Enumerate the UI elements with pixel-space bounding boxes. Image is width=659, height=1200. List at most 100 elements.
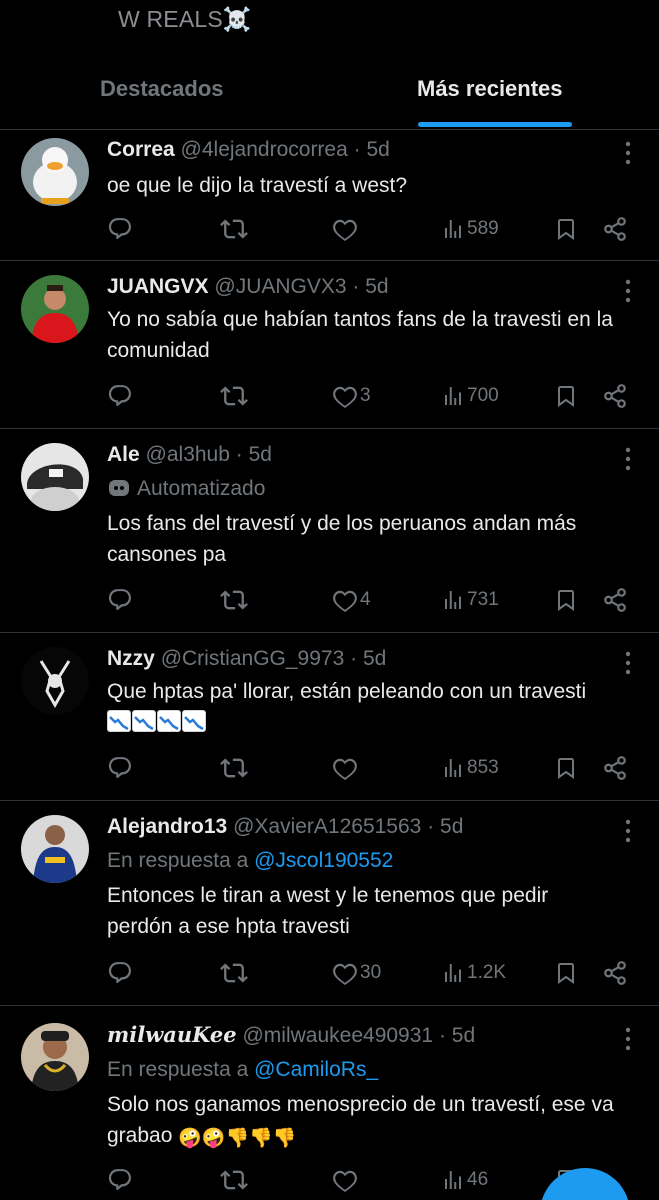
views-icon (441, 384, 465, 408)
bookmark-button[interactable] (554, 586, 578, 614)
like-button[interactable] (332, 754, 360, 782)
retweet-button[interactable] (220, 754, 248, 782)
views-button[interactable]: 1.2K (441, 959, 506, 987)
views-button[interactable]: 853 (441, 754, 499, 782)
view-count: 1.2K (467, 962, 507, 983)
chart-decreasing-icon (132, 710, 156, 732)
author-name[interactable]: milwauKee (107, 1022, 237, 1047)
author-handle[interactable]: @XavierA12651563 (233, 815, 421, 838)
view-count: 589 (467, 218, 499, 239)
reply-mention[interactable]: @CamiloRs_ (254, 1058, 378, 1081)
like-button[interactable] (332, 1166, 360, 1194)
share-button[interactable] (602, 586, 628, 614)
like-button[interactable]: 30 (332, 959, 381, 987)
avatar[interactable] (21, 275, 89, 343)
author-name[interactable]: Ale (107, 443, 140, 466)
reply-button[interactable] (107, 1166, 133, 1194)
retweet-icon (220, 586, 248, 614)
author-handle[interactable]: @JUANGVX3 (214, 275, 346, 298)
like-button[interactable]: 3 (332, 382, 371, 410)
more-options-icon[interactable] (623, 447, 633, 471)
retweet-icon (220, 959, 248, 987)
share-icon (602, 216, 628, 242)
author-handle[interactable]: @CristianGG_9973 (161, 647, 345, 670)
author-name[interactable]: Correa (107, 138, 175, 161)
reply-button[interactable] (107, 382, 133, 410)
bookmark-button[interactable] (554, 382, 578, 410)
views-button[interactable]: 700 (441, 382, 499, 410)
tab-destacados[interactable]: Destacados (100, 76, 224, 102)
more-options-icon[interactable] (623, 279, 633, 303)
more-options-icon[interactable] (623, 819, 633, 843)
tweet-text: Entonces le tiran a west y le tenemos qu… (107, 884, 549, 938)
heart-icon (332, 1167, 358, 1193)
reply-context: En respuesta a @CamiloRs_ (107, 1057, 615, 1083)
more-options-icon[interactable] (623, 651, 633, 675)
reply-button[interactable] (107, 754, 133, 782)
emoji-group: 🤪🤪👎👎👎 (178, 1128, 297, 1149)
author-handle[interactable]: @milwaukee490931 (242, 1024, 433, 1047)
reply-icon (107, 755, 133, 781)
more-options-icon[interactable] (623, 141, 633, 165)
avatar[interactable] (21, 138, 89, 206)
heart-icon (332, 383, 358, 409)
share-icon (602, 383, 628, 409)
views-button[interactable]: 46 (441, 1166, 488, 1194)
bookmark-button[interactable] (554, 754, 578, 782)
share-button[interactable] (602, 382, 628, 410)
tweet-item[interactable]: Alejandro13 @XavierA12651563 · 5d En res… (0, 801, 659, 1006)
author-handle[interactable]: @al3hub (146, 443, 230, 466)
author-name[interactable]: JUANGVX (107, 275, 209, 298)
views-icon (441, 961, 465, 985)
bookmark-button[interactable] (554, 959, 578, 987)
like-button[interactable]: 4 (332, 586, 371, 614)
heart-icon (332, 960, 358, 986)
view-count: 731 (467, 589, 499, 610)
retweet-icon (220, 215, 248, 243)
heart-icon (332, 587, 358, 613)
tweet-header: JUANGVX @JUANGVX3 · 5d (107, 274, 615, 300)
back-arrow-icon[interactable] (30, 0, 70, 18)
active-tab-indicator (418, 122, 572, 127)
tweet-item[interactable]: Ale @al3hub · 5d Automatizado Los fans d… (0, 429, 659, 633)
community-title: W REALS☠️ (118, 6, 252, 32)
retweet-button[interactable] (220, 215, 248, 243)
views-button[interactable]: 731 (441, 586, 499, 614)
tweet-header: Alejandro13 @XavierA12651563 · 5d (107, 814, 615, 840)
like-count: 3 (360, 385, 371, 406)
like-button[interactable] (332, 215, 360, 243)
author-handle[interactable]: @4lejandrocorrea (181, 138, 348, 161)
share-button[interactable] (602, 959, 628, 987)
reply-mention[interactable]: @Jscol190552 (254, 849, 393, 872)
author-name[interactable]: Alejandro13 (107, 815, 227, 838)
retweet-button[interactable] (220, 959, 248, 987)
view-count: 700 (467, 385, 499, 406)
reply-button[interactable] (107, 586, 133, 614)
share-button[interactable] (602, 215, 628, 243)
avatar[interactable] (21, 1023, 89, 1091)
author-name[interactable]: Nzzy (107, 647, 155, 670)
more-options-icon[interactable] (623, 1027, 633, 1051)
retweet-icon (220, 382, 248, 410)
views-button[interactable]: 589 (441, 215, 499, 243)
tweet-header: Nzzy @CristianGG_9973 · 5d (107, 646, 615, 672)
retweet-button[interactable] (220, 382, 248, 410)
tweet-item[interactable]: milwauKee @milwaukee490931 · 5d En respu… (0, 1006, 659, 1200)
avatar[interactable] (21, 443, 89, 511)
share-button[interactable] (602, 754, 628, 782)
views-icon (441, 217, 465, 241)
tab-mas-recientes[interactable]: Más recientes (417, 76, 563, 102)
retweet-button[interactable] (220, 1166, 248, 1194)
reply-button[interactable] (107, 215, 133, 243)
retweet-button[interactable] (220, 586, 248, 614)
chart-decreasing-icon (182, 710, 206, 732)
avatar[interactable] (21, 815, 89, 883)
reply-button[interactable] (107, 959, 133, 987)
tweet-item[interactable]: Nzzy @CristianGG_9973 · 5d Que hptas pa'… (0, 633, 659, 801)
tweet-header: Correa @4lejandrocorrea · 5d (107, 137, 615, 163)
avatar[interactable] (21, 647, 89, 715)
tweet-item[interactable]: JUANGVX @JUANGVX3 · 5d Yo no sabía que h… (0, 261, 659, 429)
bookmark-button[interactable] (554, 215, 578, 243)
automated-label: Automatizado (107, 476, 615, 502)
tweet-item[interactable]: Correa @4lejandrocorrea · 5d oe que le d… (0, 131, 659, 261)
